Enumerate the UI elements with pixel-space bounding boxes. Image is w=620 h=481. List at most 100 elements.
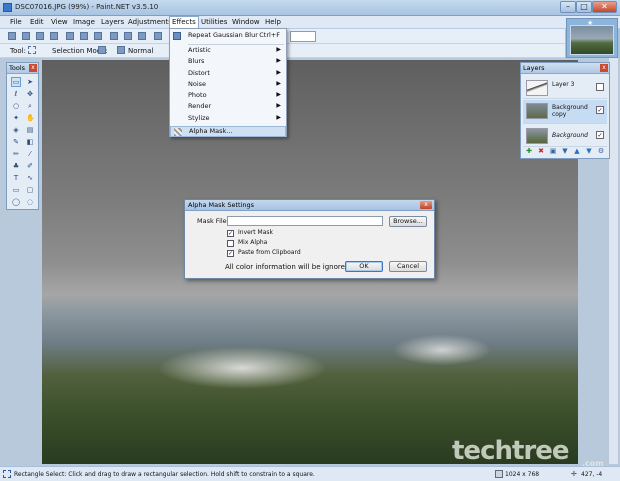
menu-view[interactable]: View <box>49 18 70 26</box>
submenu-arrow-icon: ▶ <box>276 114 281 121</box>
menu-item-photo[interactable]: Photo ▶ <box>170 91 286 102</box>
gradient-tool[interactable]: ▤ <box>25 125 35 135</box>
tools-panel: Tools x ▭ ➤ ℓ ✥ ○ ⌕ ✦ ✋ ◈ ▤ ✎ ◧ ✏ ⁄ ♣ ✐ … <box>6 62 39 210</box>
pan-tool[interactable]: ✋ <box>25 113 35 123</box>
layer-row-background[interactable]: Background ✓ <box>523 125 607 147</box>
crop-icon[interactable] <box>110 32 118 40</box>
layer-thumbnail <box>526 128 548 144</box>
menu-item-label: Alpha Mask... <box>189 127 233 135</box>
ellipse-tool[interactable]: ◯ <box>11 197 21 207</box>
layer-name: Layer 3 <box>552 81 575 88</box>
paste-from-clipboard-checkbox[interactable]: ✓ <box>227 250 234 257</box>
menu-help[interactable]: Help <box>263 18 283 26</box>
image-thumbnail-tab[interactable]: ★ <box>566 18 618 58</box>
new-icon[interactable] <box>8 32 16 40</box>
text-tool[interactable]: T <box>11 173 21 183</box>
eraser-tool[interactable]: ◧ <box>25 137 35 147</box>
selection-mode-icon[interactable] <box>98 46 106 54</box>
menu-image[interactable]: Image <box>71 18 97 26</box>
recolor-tool[interactable]: ✐ <box>25 161 35 171</box>
save-icon[interactable] <box>36 32 44 40</box>
print-icon[interactable] <box>50 32 58 40</box>
minimize-button[interactable]: – <box>560 1 576 13</box>
menu-window[interactable]: Window <box>230 18 262 26</box>
rectangle-select-icon[interactable] <box>28 46 36 54</box>
tools-panel-close-button[interactable]: x <box>29 64 37 72</box>
menu-item-repeat-gaussian-blur[interactable]: Repeat Gaussian Blur Ctrl+F <box>170 31 286 42</box>
move-selected-tool[interactable]: ✥ <box>25 89 35 99</box>
menu-item-blurs[interactable]: Blurs ▶ <box>170 57 286 68</box>
lasso-select-tool[interactable]: ℓ <box>11 89 21 99</box>
cancel-button[interactable]: Cancel <box>389 261 427 272</box>
ok-button[interactable]: OK <box>345 261 383 272</box>
copy-icon[interactable] <box>80 32 88 40</box>
paint-bucket-tool[interactable]: ◈ <box>11 125 21 135</box>
clone-stamp-tool[interactable]: ♣ <box>11 161 21 171</box>
layer-visibility-checkbox[interactable]: ✓ <box>596 131 604 139</box>
add-layer-icon[interactable]: ✚ <box>525 147 533 155</box>
menu-item-stylize[interactable]: Stylize ▶ <box>170 114 286 125</box>
mask-file-input[interactable] <box>227 216 383 226</box>
paste-icon[interactable] <box>94 32 102 40</box>
menu-item-noise[interactable]: Noise ▶ <box>170 80 286 91</box>
status-bar: Rectangle Select: Click and drag to draw… <box>0 466 620 481</box>
grid-icon[interactable] <box>154 32 162 40</box>
redo-icon[interactable] <box>138 32 146 40</box>
tool-label: Tool: <box>10 47 26 55</box>
menu-item-distort[interactable]: Distort ▶ <box>170 69 286 80</box>
open-icon[interactable] <box>22 32 30 40</box>
move-layer-up-icon[interactable]: ▲ <box>573 147 581 155</box>
layer-properties-icon[interactable]: ⚙ <box>597 147 605 155</box>
freeform-shape-tool[interactable]: ◌ <box>25 197 35 207</box>
rectangle-select-tool[interactable]: ▭ <box>11 77 21 87</box>
cursor-position-icon: ✛ <box>571 470 577 478</box>
cursor-coordinates: 427, -4 <box>581 471 603 478</box>
layer-row-layer-3[interactable]: Layer 3 <box>523 77 607 99</box>
dialog-close-button[interactable]: x <box>420 201 432 209</box>
close-window-button[interactable]: ✕ <box>592 1 617 13</box>
merge-layer-icon[interactable]: ▼ <box>561 147 569 155</box>
watermark-main: techtree <box>452 436 570 466</box>
delete-layer-icon[interactable]: ✖ <box>537 147 545 155</box>
maximize-button[interactable]: □ <box>576 1 592 13</box>
image-size-icon <box>495 470 503 478</box>
menu-edit[interactable]: Edit <box>28 18 46 26</box>
menu-item-render[interactable]: Render ▶ <box>170 102 286 113</box>
rounded-rectangle-tool[interactable]: ▢ <box>25 185 35 195</box>
menu-layers[interactable]: Layers <box>99 18 126 26</box>
antialias-icon[interactable] <box>117 46 125 54</box>
pencil-tool[interactable]: ✏ <box>11 149 21 159</box>
menu-adjustments[interactable]: Adjustments <box>126 18 174 26</box>
alpha-mask-icon <box>174 128 182 136</box>
undo-icon[interactable] <box>124 32 132 40</box>
blend-mode-dropdown[interactable]: Normal <box>128 47 153 55</box>
layers-panel-close-button[interactable]: x <box>600 64 608 72</box>
menu-utilities[interactable]: Utilities <box>199 18 229 26</box>
tools-panel-header: Tools x <box>7 63 38 74</box>
magic-wand-tool[interactable]: ✦ <box>11 113 21 123</box>
duplicate-layer-icon[interactable]: ▣ <box>549 147 557 155</box>
menu-item-alpha-mask[interactable]: Alpha Mask... <box>170 126 286 137</box>
ellipse-select-tool[interactable]: ○ <box>11 101 21 111</box>
browse-button[interactable]: Browse... <box>389 216 427 227</box>
repeat-effect-icon <box>173 32 181 40</box>
move-selection-tool[interactable]: ➤ <box>25 77 35 87</box>
invert-mask-checkbox[interactable]: ✓ <box>227 230 234 237</box>
move-layer-down-icon[interactable]: ▼ <box>585 147 593 155</box>
paintbrush-tool[interactable]: ✎ <box>11 137 21 147</box>
zoom-tool[interactable]: ⌕ <box>25 101 35 111</box>
mix-alpha-checkbox[interactable] <box>227 240 234 247</box>
line-curve-tool[interactable]: ∿ <box>25 173 35 183</box>
color-picker-tool[interactable]: ⁄ <box>25 149 35 159</box>
menu-item-artistic[interactable]: Artistic ▶ <box>170 46 286 57</box>
zoom-dropdown[interactable] <box>290 31 316 42</box>
submenu-arrow-icon: ▶ <box>276 80 281 87</box>
menu-item-label: Noise <box>188 80 207 88</box>
layer-row-background-copy[interactable]: Background copy ✓ <box>523 100 607 124</box>
layer-thumbnail <box>526 80 548 96</box>
cut-icon[interactable] <box>66 32 74 40</box>
menu-file[interactable]: File <box>8 18 24 26</box>
rectangle-tool[interactable]: ▭ <box>11 185 21 195</box>
layer-visibility-checkbox[interactable]: ✓ <box>596 106 604 114</box>
layer-visibility-checkbox[interactable] <box>596 83 604 91</box>
